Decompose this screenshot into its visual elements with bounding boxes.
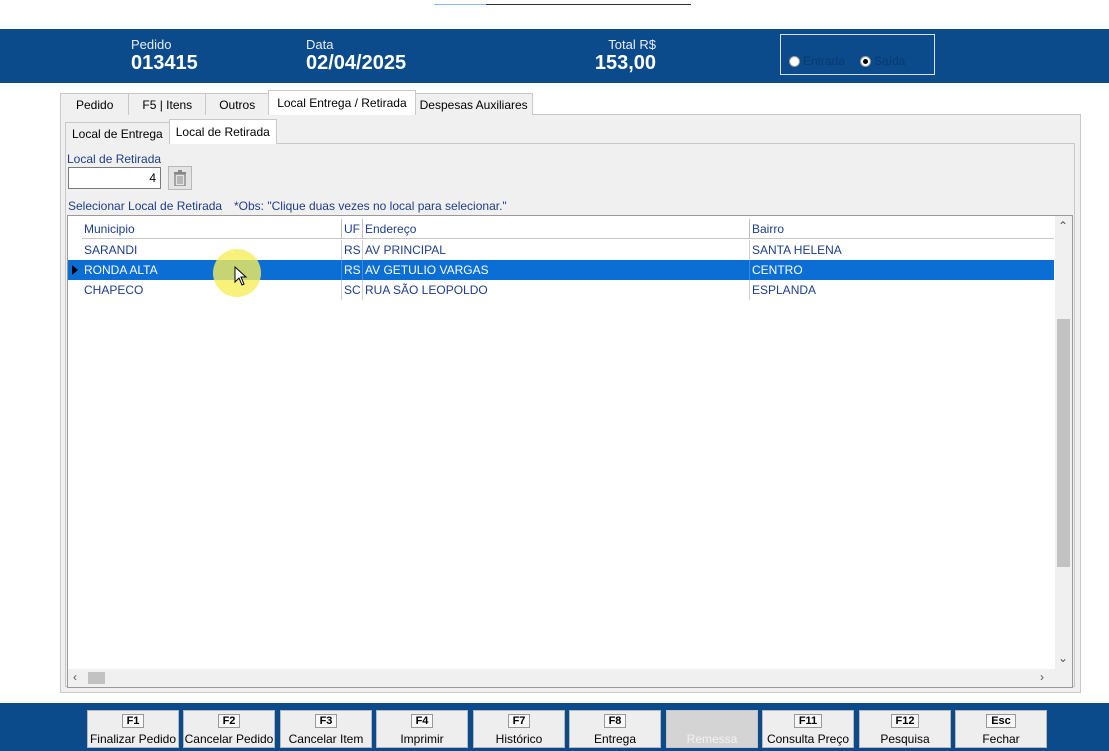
- cancelar-pedido-button[interactable]: F2 Cancelar Pedido: [183, 710, 275, 748]
- local-retirada-input[interactable]: 4: [68, 167, 161, 189]
- cell-endereco: AV GETULIO VARGAS: [363, 260, 750, 280]
- radio-entrada[interactable]: Entrada: [789, 54, 845, 68]
- historico-button[interactable]: F7 Histórico: [473, 710, 565, 748]
- subtab-local-retirada[interactable]: Local de Retirada: [168, 119, 277, 144]
- cell-endereco: AV PRINCIPAL: [363, 240, 750, 260]
- tab-pedido[interactable]: Pedido: [60, 93, 130, 115]
- tab-despesas-auxiliares[interactable]: Despesas Auxiliares: [414, 93, 533, 115]
- key-badge: F11: [793, 714, 823, 728]
- cell-municipio: RONDA ALTA: [82, 260, 342, 280]
- local-retirada-label: Local de Retirada: [67, 152, 162, 166]
- tab-outros[interactable]: Outros: [205, 93, 270, 115]
- main-tabs: Pedido F5 | Itens Outros Local Entrega /…: [60, 90, 533, 115]
- trash-icon: [174, 170, 186, 186]
- data-field: Data 02/04/2025: [306, 37, 406, 74]
- cell-uf: RS: [342, 260, 363, 280]
- scroll-left-icon[interactable]: ‹: [73, 670, 77, 684]
- cell-endereco: RUA SÃO LEOPOLDO: [363, 280, 750, 300]
- imprimir-button[interactable]: F4 Imprimir: [376, 710, 468, 748]
- mouse-pointer-icon: [234, 266, 248, 286]
- order-window: Pedido 013415 Data 02/04/2025 Total R$ 1…: [0, 0, 1109, 751]
- key-badge: F4: [410, 714, 434, 728]
- fechar-button[interactable]: Esc Fechar: [955, 710, 1047, 748]
- total-label: Total R$: [608, 37, 656, 52]
- pesquisa-button[interactable]: F12 Pesquisa: [859, 710, 951, 748]
- cell-bairro: ESPLANDA: [752, 283, 817, 297]
- selecionar-local-label: Selecionar Local de Retirada: [68, 199, 223, 213]
- row-indicator-icon: [72, 265, 78, 275]
- scroll-up-icon[interactable]: ⌃: [1058, 219, 1068, 233]
- finalizar-pedido-button[interactable]: F1 Finalizar Pedido: [87, 710, 179, 748]
- consulta-preco-button[interactable]: F11 Consulta Preço: [762, 710, 854, 748]
- entrada-saida-group: Entrada Saída: [780, 34, 935, 75]
- button-label: Entrega: [593, 732, 637, 746]
- cell-bairro: SANTA HELENA: [752, 243, 842, 257]
- obs-note: *Obs: "Clique duas vezes no local para s…: [234, 199, 507, 213]
- pedido-field: Pedido 013415: [131, 37, 198, 74]
- button-label: Pesquisa: [880, 732, 930, 746]
- button-label: Cancelar Pedido: [184, 732, 274, 746]
- cell-municipio: CHAPECO: [82, 280, 342, 300]
- col-uf[interactable]: UF: [342, 219, 363, 239]
- function-key-bar: F1 Finalizar Pedido F2 Cancelar Pedido F…: [0, 703, 1109, 751]
- tab-local-entrega-retirada[interactable]: Local Entrega / Retirada: [268, 90, 416, 115]
- sub-tabs: Local de Entrega Local de Retirada: [65, 119, 277, 144]
- order-header: Pedido 013415 Data 02/04/2025 Total R$ 1…: [0, 29, 1109, 83]
- pedido-value: 013415: [131, 52, 198, 74]
- cell-uf: RS: [342, 240, 363, 260]
- data-label: Data: [306, 37, 334, 52]
- trash-button[interactable]: [168, 166, 192, 190]
- cancelar-item-button[interactable]: F3 Cancelar Item: [280, 710, 372, 748]
- radio-entrada-label: Entrada: [803, 54, 846, 68]
- top-progress-line: [434, 4, 691, 5]
- key-badge: F7: [507, 714, 531, 728]
- key-badge: F12: [890, 714, 920, 728]
- pedido-label: Pedido: [131, 37, 172, 52]
- key-badge: F2: [217, 714, 241, 728]
- total-field: Total R$ 153,00: [586, 37, 656, 74]
- radio-saida-label: Saída: [874, 54, 906, 68]
- tab-itens[interactable]: F5 | Itens: [128, 93, 207, 115]
- grid-header: Municipio UF Endereço Bairro: [68, 219, 1054, 239]
- vertical-scroll-thumb[interactable]: [1057, 319, 1070, 567]
- col-bairro[interactable]: Bairro: [750, 219, 1054, 239]
- cell-municipio: SARANDI: [82, 240, 342, 260]
- button-label: Imprimir: [400, 732, 444, 746]
- vertical-scrollbar[interactable]: ⌃ ⌄: [1055, 216, 1072, 669]
- scroll-right-icon[interactable]: ›: [1040, 670, 1044, 684]
- entrega-button[interactable]: F8 Entrega: [569, 710, 661, 748]
- button-label: Finalizar Pedido: [89, 732, 177, 746]
- radio-entrada-dot[interactable]: [789, 55, 800, 67]
- scroll-down-icon[interactable]: ⌄: [1058, 651, 1068, 665]
- button-label: Remessa: [686, 732, 738, 746]
- col-endereco[interactable]: Endereço: [363, 219, 750, 239]
- horizontal-scroll-thumb[interactable]: [88, 672, 105, 684]
- radio-saida-dot[interactable]: [860, 55, 871, 67]
- button-label: Histórico: [495, 732, 543, 746]
- radio-saida[interactable]: Saída: [860, 54, 905, 68]
- cell-uf: SC: [342, 280, 363, 300]
- button-label: Consulta Preço: [766, 732, 850, 746]
- col-municipio[interactable]: Municipio: [82, 219, 342, 239]
- button-label: Cancelar Item: [288, 732, 364, 746]
- table-row[interactable]: SARANDI RS AV PRINCIPAL SANTA HELENA: [68, 240, 1054, 260]
- cell-bairro: CENTRO: [752, 263, 803, 277]
- remessa-button[interactable]: F Remessa: [666, 710, 758, 748]
- data-value: 02/04/2025: [306, 52, 407, 74]
- key-badge: F3: [314, 714, 338, 728]
- key-badge: Esc: [986, 714, 1016, 728]
- total-value: 153,00: [594, 52, 656, 74]
- subtab-local-entrega[interactable]: Local de Entrega: [65, 122, 170, 144]
- horizontal-scrollbar[interactable]: ‹ ›: [68, 669, 1072, 687]
- button-label: Fechar: [982, 732, 1020, 746]
- key-badge: F8: [603, 714, 627, 728]
- key-badge: F1: [121, 714, 145, 728]
